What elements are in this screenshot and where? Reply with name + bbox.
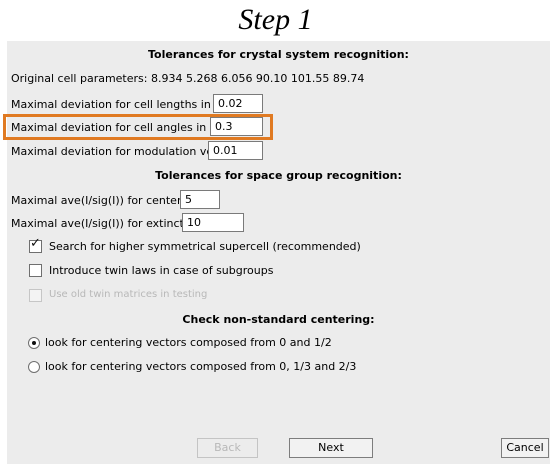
- section-crystal-system-title: Tolerances for crystal system recognitio…: [148, 48, 409, 61]
- twin-laws-checkbox[interactable]: [29, 264, 42, 277]
- radio-half-label[interactable]: look for centering vectors composed from…: [45, 336, 332, 349]
- cell-lengths-label: Maximal deviation for cell lengths in [A…: [11, 98, 231, 111]
- centering-ave-label: Maximal ave(I/sig(I)) for centering: [11, 194, 199, 207]
- supercell-checkbox[interactable]: ✓: [29, 236, 42, 253]
- old-twin-checkbox: [29, 289, 42, 302]
- cell-lengths-input[interactable]: 0.02: [213, 94, 263, 113]
- next-button[interactable]: Next: [289, 438, 373, 458]
- supercell-label[interactable]: Search for higher symmetrical supercell …: [49, 240, 361, 253]
- back-button: Back: [197, 438, 258, 458]
- section-centering-title: Check non-standard centering:: [182, 313, 375, 326]
- cell-angles-input[interactable]: 0.3: [210, 117, 263, 136]
- twin-laws-label[interactable]: Introduce twin laws in case of subgroups: [49, 264, 273, 277]
- radio-half[interactable]: [28, 337, 40, 349]
- original-cell-parameters: Original cell parameters: 8.934 5.268 6.…: [11, 72, 365, 85]
- cell-angles-label: Maximal deviation for cell angles in deg: [11, 121, 231, 134]
- centering-ave-input[interactable]: 5: [180, 190, 220, 209]
- extinctions-ave-input[interactable]: 10: [182, 213, 244, 232]
- radio-thirds[interactable]: [28, 361, 40, 373]
- dialog: Tolerances for crystal system recognitio…: [3, 41, 550, 464]
- cancel-button[interactable]: Cancel: [501, 438, 549, 458]
- checkmark-icon: ✓: [30, 236, 41, 251]
- old-twin-label: Use old twin matrices in testing: [49, 289, 208, 300]
- extinctions-ave-label: Maximal ave(I/sig(I)) for extinctions: [11, 217, 207, 230]
- section-space-group-title: Tolerances for space group recognition:: [155, 169, 402, 182]
- step-title: Step 1: [238, 3, 313, 36]
- radio-selected-dot: [32, 341, 36, 345]
- modulation-vector-input[interactable]: 0.01: [208, 141, 263, 160]
- radio-thirds-label[interactable]: look for centering vectors composed from…: [45, 360, 356, 373]
- modulation-vector-label: Maximal deviation for modulation vector: [11, 145, 235, 158]
